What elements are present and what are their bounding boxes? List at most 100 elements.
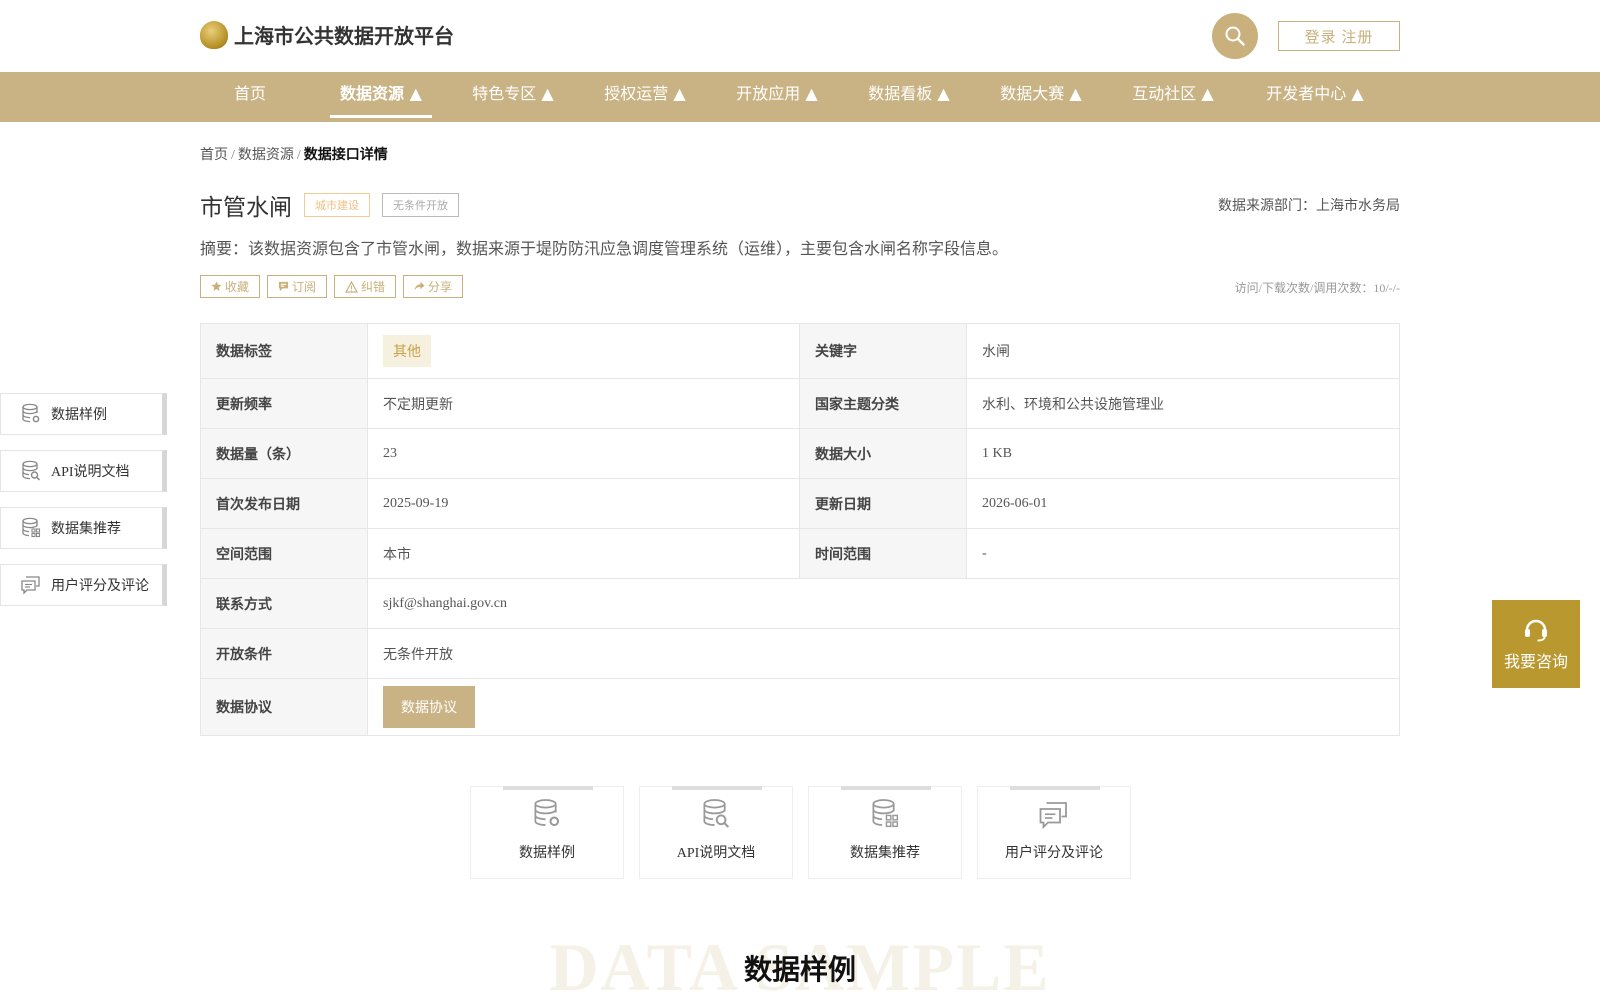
tab-label: 数据集推荐 [850,846,920,861]
table-row: 数据量（条） 23 数据大小 1 KB [200,428,1400,479]
table-row: 数据协议 数据协议 [200,678,1400,736]
subscribe-label: 订阅 [292,280,317,294]
label-open-condition: 开放条件 [200,628,368,679]
database-grid-icon [872,799,899,828]
header: 上海市公共数据开放平台 登录 注册 [0,0,1600,72]
value-data-protocol: 数据协议 [367,678,1400,736]
table-row: 空间范围 本市 时间范围 - [200,528,1400,579]
table-row: 联系方式 sjkf@shanghai.gov.cn [200,578,1400,629]
label-data-size: 数据大小 [799,428,967,479]
info-table: 数据标签 其他 关键字 水闸 更新频率 不定期更新 国家主题分类 水利、环境和公… [200,323,1400,736]
nav-item-data-contest[interactable]: 数据大赛 ▲ [996,72,1086,122]
value-keyword: 水闸 [966,323,1400,379]
breadcrumb-parent[interactable]: 数据资源 [238,148,294,163]
logo-emblem-icon [200,20,228,49]
table-row: 首次发布日期 2025-09-19 更新日期 2026-06-01 [200,478,1400,529]
database-gear-icon [534,799,560,827]
search-icon [1225,26,1245,46]
nav-item-data-dashboard[interactable]: 数据看板 ▲ [864,72,954,122]
data-tag-chip[interactable]: 其他 [383,335,431,367]
warning-icon [345,280,359,293]
data-protocol-button[interactable]: 数据协议 [383,686,475,728]
value-record-count: 23 [367,428,800,479]
breadcrumb-separator: / [231,148,235,163]
share-arrow-icon [414,281,425,291]
favorite-button[interactable]: 收藏 [200,275,261,298]
star-icon [211,281,222,291]
value-time-range: - [966,528,1400,579]
report-label: 纠错 [361,280,386,294]
breadcrumb-current: 数据接口详情 [303,148,388,163]
label-publish-date: 首次发布日期 [200,478,368,529]
subscribe-button[interactable]: 订阅 [267,275,328,298]
report-error-button[interactable]: 纠错 [334,275,397,298]
favorite-label: 收藏 [225,280,250,294]
nav-item-open-apps[interactable]: 开放应用 ▲ [732,72,822,122]
label-theme: 国家主题分类 [799,378,967,429]
value-theme: 水利、环境和公共设施管理业 [966,378,1400,429]
label-contact: 联系方式 [200,578,368,629]
breadcrumb: 首页 / 数据资源 / 数据接口详情 [200,144,388,164]
value-contact: sjkf@shanghai.gov.cn [367,578,1400,629]
tab-label: 数据样例 [519,846,575,861]
comments-icon [21,576,40,595]
main-nav: 首页 数据资源 ▲ 特色专区 ▲ 授权运营 ▲ 开放应用 ▲ 数据看板 ▲ 数据… [0,72,1600,122]
table-row: 开放条件 无条件开放 [200,628,1400,679]
tab-ratings-comments[interactable]: 用户评分及评论 [977,786,1131,879]
value-publish-date: 2025-09-19 [367,478,800,529]
sidebar-item-ratings-comments[interactable]: 用户评分及评论 [0,564,167,606]
label-update-date: 更新日期 [799,478,967,529]
value-data-tag: 其他 [367,323,800,379]
nav-item-community[interactable]: 互动社区 ▲ [1128,72,1218,122]
abstract-text: 摘要：该数据资源包含了市管水闸，数据来源于堤防防汛应急调度管理系统（运维），主要… [200,241,1009,258]
value-data-size: 1 KB [966,428,1400,479]
label-keyword: 关键字 [799,323,967,379]
nav-item-data-resources[interactable]: 数据资源 ▲ [330,72,432,122]
database-search-icon [22,460,41,481]
consult-label: 我要咨询 [1503,654,1568,671]
sidebar-item-label: 数据集推荐 [51,522,121,537]
tab-api-docs[interactable]: API说明文档 [639,786,793,879]
value-open-condition: 无条件开放 [367,628,1400,679]
sidebar-item-data-sample[interactable]: 数据样例 [0,393,167,435]
tab-label: 用户评分及评论 [1005,846,1103,861]
nav-item-authorized-operation[interactable]: 授权运营 ▲ [600,72,690,122]
nav-item-home[interactable]: 首页 [226,72,274,122]
login-register-button[interactable]: 登录 注册 [1278,21,1400,51]
database-gear-icon [22,403,40,423]
table-row: 数据标签 其他 关键字 水闸 [200,323,1400,379]
label-time-range: 时间范围 [799,528,967,579]
comments-icon [1039,802,1067,830]
label-record-count: 数据量（条） [200,428,368,479]
sidebar-item-label: 用户评分及评论 [51,579,149,594]
sidebar-item-label: API说明文档 [51,465,130,480]
category-tag: 城市建设 [304,193,370,217]
sidebar-item-label: 数据样例 [51,408,107,423]
value-update-frequency: 不定期更新 [367,378,800,429]
tab-data-sample[interactable]: 数据样例 [470,786,624,879]
breadcrumb-separator: / [296,148,301,163]
tab-label: API说明文档 [676,846,756,861]
consult-button[interactable]: 我要咨询 [1492,600,1580,688]
nav-item-special-zone[interactable]: 特色专区 ▲ [468,72,558,122]
table-row: 更新频率 不定期更新 国家主题分类 水利、环境和公共设施管理业 [200,378,1400,429]
sidebar-item-dataset-recommend[interactable]: 数据集推荐 [0,507,167,549]
share-button[interactable]: 分享 [403,275,464,298]
database-search-icon [703,799,730,828]
label-space-range: 空间范围 [200,528,368,579]
action-bar: 收藏 订阅 纠错 分享 [200,275,470,298]
section-title: 数据样例 [743,953,856,986]
database-grid-icon [22,517,41,538]
nav-item-developer-center[interactable]: 开发者中心 ▲ [1262,72,1368,122]
label-data-protocol: 数据协议 [200,678,368,736]
tab-dataset-recommend[interactable]: 数据集推荐 [808,786,962,879]
breadcrumb-home[interactable]: 首页 [200,148,228,163]
search-button[interactable] [1212,13,1258,59]
site-title: 上海市公共数据开放平台 [234,24,454,48]
visit-counts: 访问/下载次数/调用次数：10/-/- [1234,281,1400,295]
bookmark-message-icon [278,281,289,292]
title-row: 市管水闸 城市建设 无条件开放 [200,188,459,222]
share-label: 分享 [428,280,453,294]
site-logo[interactable]: 上海市公共数据开放平台 [200,20,454,49]
sidebar-item-api-docs[interactable]: API说明文档 [0,450,167,492]
